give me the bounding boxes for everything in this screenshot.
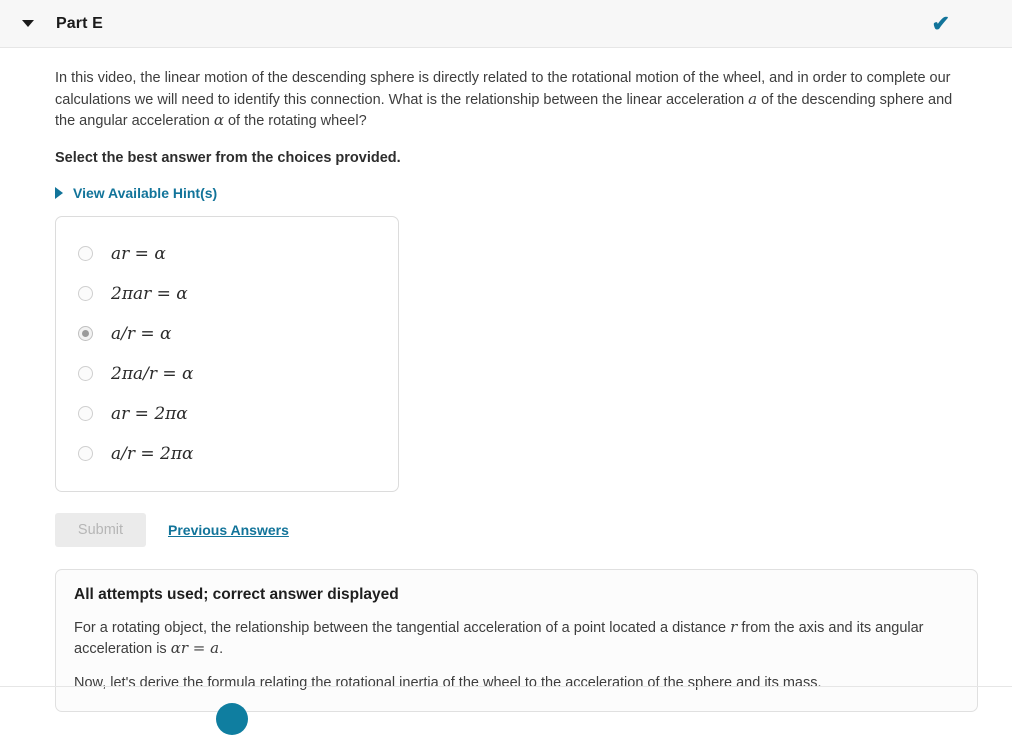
question-prompt: In this video, the linear motion of the … bbox=[55, 68, 965, 132]
choice-option-6[interactable]: a/r = 2πα bbox=[56, 434, 398, 474]
view-hints-toggle[interactable]: View Available Hint(s) bbox=[55, 185, 217, 201]
math-equation-alpha-r: αr = a bbox=[170, 639, 220, 657]
radio-button-3[interactable] bbox=[78, 326, 93, 341]
radio-button-5[interactable] bbox=[78, 406, 93, 421]
next-part-indicator-icon[interactable] bbox=[216, 703, 248, 735]
page-title: Part E bbox=[56, 14, 103, 32]
part-body: In this video, the linear motion of the … bbox=[0, 68, 1012, 712]
choice-option-1[interactable]: ar = α bbox=[56, 234, 398, 274]
choice-option-2[interactable]: 2πar = α bbox=[56, 274, 398, 314]
checkmark-icon: ✔ bbox=[931, 10, 950, 36]
choice-label-3: a/r = α bbox=[111, 323, 172, 344]
feedback-text-1: For a rotating object, the relationship … bbox=[74, 619, 731, 636]
choice-label-1: ar = α bbox=[111, 243, 166, 264]
submit-button[interactable]: Submit bbox=[55, 512, 146, 547]
radio-button-1[interactable] bbox=[78, 246, 93, 261]
choice-option-5[interactable]: ar = 2πα bbox=[56, 394, 398, 434]
math-variable-a: a bbox=[748, 89, 758, 108]
answer-instruction: Select the best answer from the choices … bbox=[55, 149, 401, 166]
feedback-paragraph-1: For a rotating object, the relationship … bbox=[74, 617, 955, 660]
question-text-3: of the rotating wheel? bbox=[223, 113, 367, 129]
radio-button-4[interactable] bbox=[78, 366, 93, 381]
feedback-panel: All attempts used; correct answer displa… bbox=[55, 568, 978, 712]
view-hints-label: View Available Hint(s) bbox=[73, 184, 218, 201]
choice-label-5: ar = 2πα bbox=[111, 403, 188, 424]
choice-label-4: 2πa/r = α bbox=[111, 363, 194, 384]
feedback-text-3: . bbox=[219, 641, 224, 657]
feedback-paragraph-2: Now, let's derive the formula relating t… bbox=[74, 674, 822, 691]
previous-answers-link[interactable]: Previous Answers bbox=[168, 522, 289, 538]
math-variable-alpha: α bbox=[213, 111, 224, 129]
choice-option-4[interactable]: 2πa/r = α bbox=[56, 354, 398, 394]
choice-label-2: 2πar = α bbox=[111, 283, 188, 304]
part-header: Part E ✔ bbox=[0, 0, 1012, 48]
radio-button-2[interactable] bbox=[78, 286, 93, 301]
actions-row: Submit Previous Answers bbox=[55, 512, 1012, 547]
section-divider bbox=[0, 686, 1012, 687]
choice-label-6: a/r = 2πα bbox=[111, 443, 194, 464]
caret-right-icon bbox=[55, 186, 63, 199]
feedback-title: All attempts used; correct answer displa… bbox=[74, 585, 399, 603]
radio-button-6[interactable] bbox=[78, 446, 93, 461]
answer-choices-group: ar = α 2πar = α a/r = α 2πa/r = α ar = 2… bbox=[55, 215, 399, 492]
caret-down-icon[interactable] bbox=[22, 20, 34, 27]
choice-option-3[interactable]: a/r = α bbox=[56, 314, 398, 354]
